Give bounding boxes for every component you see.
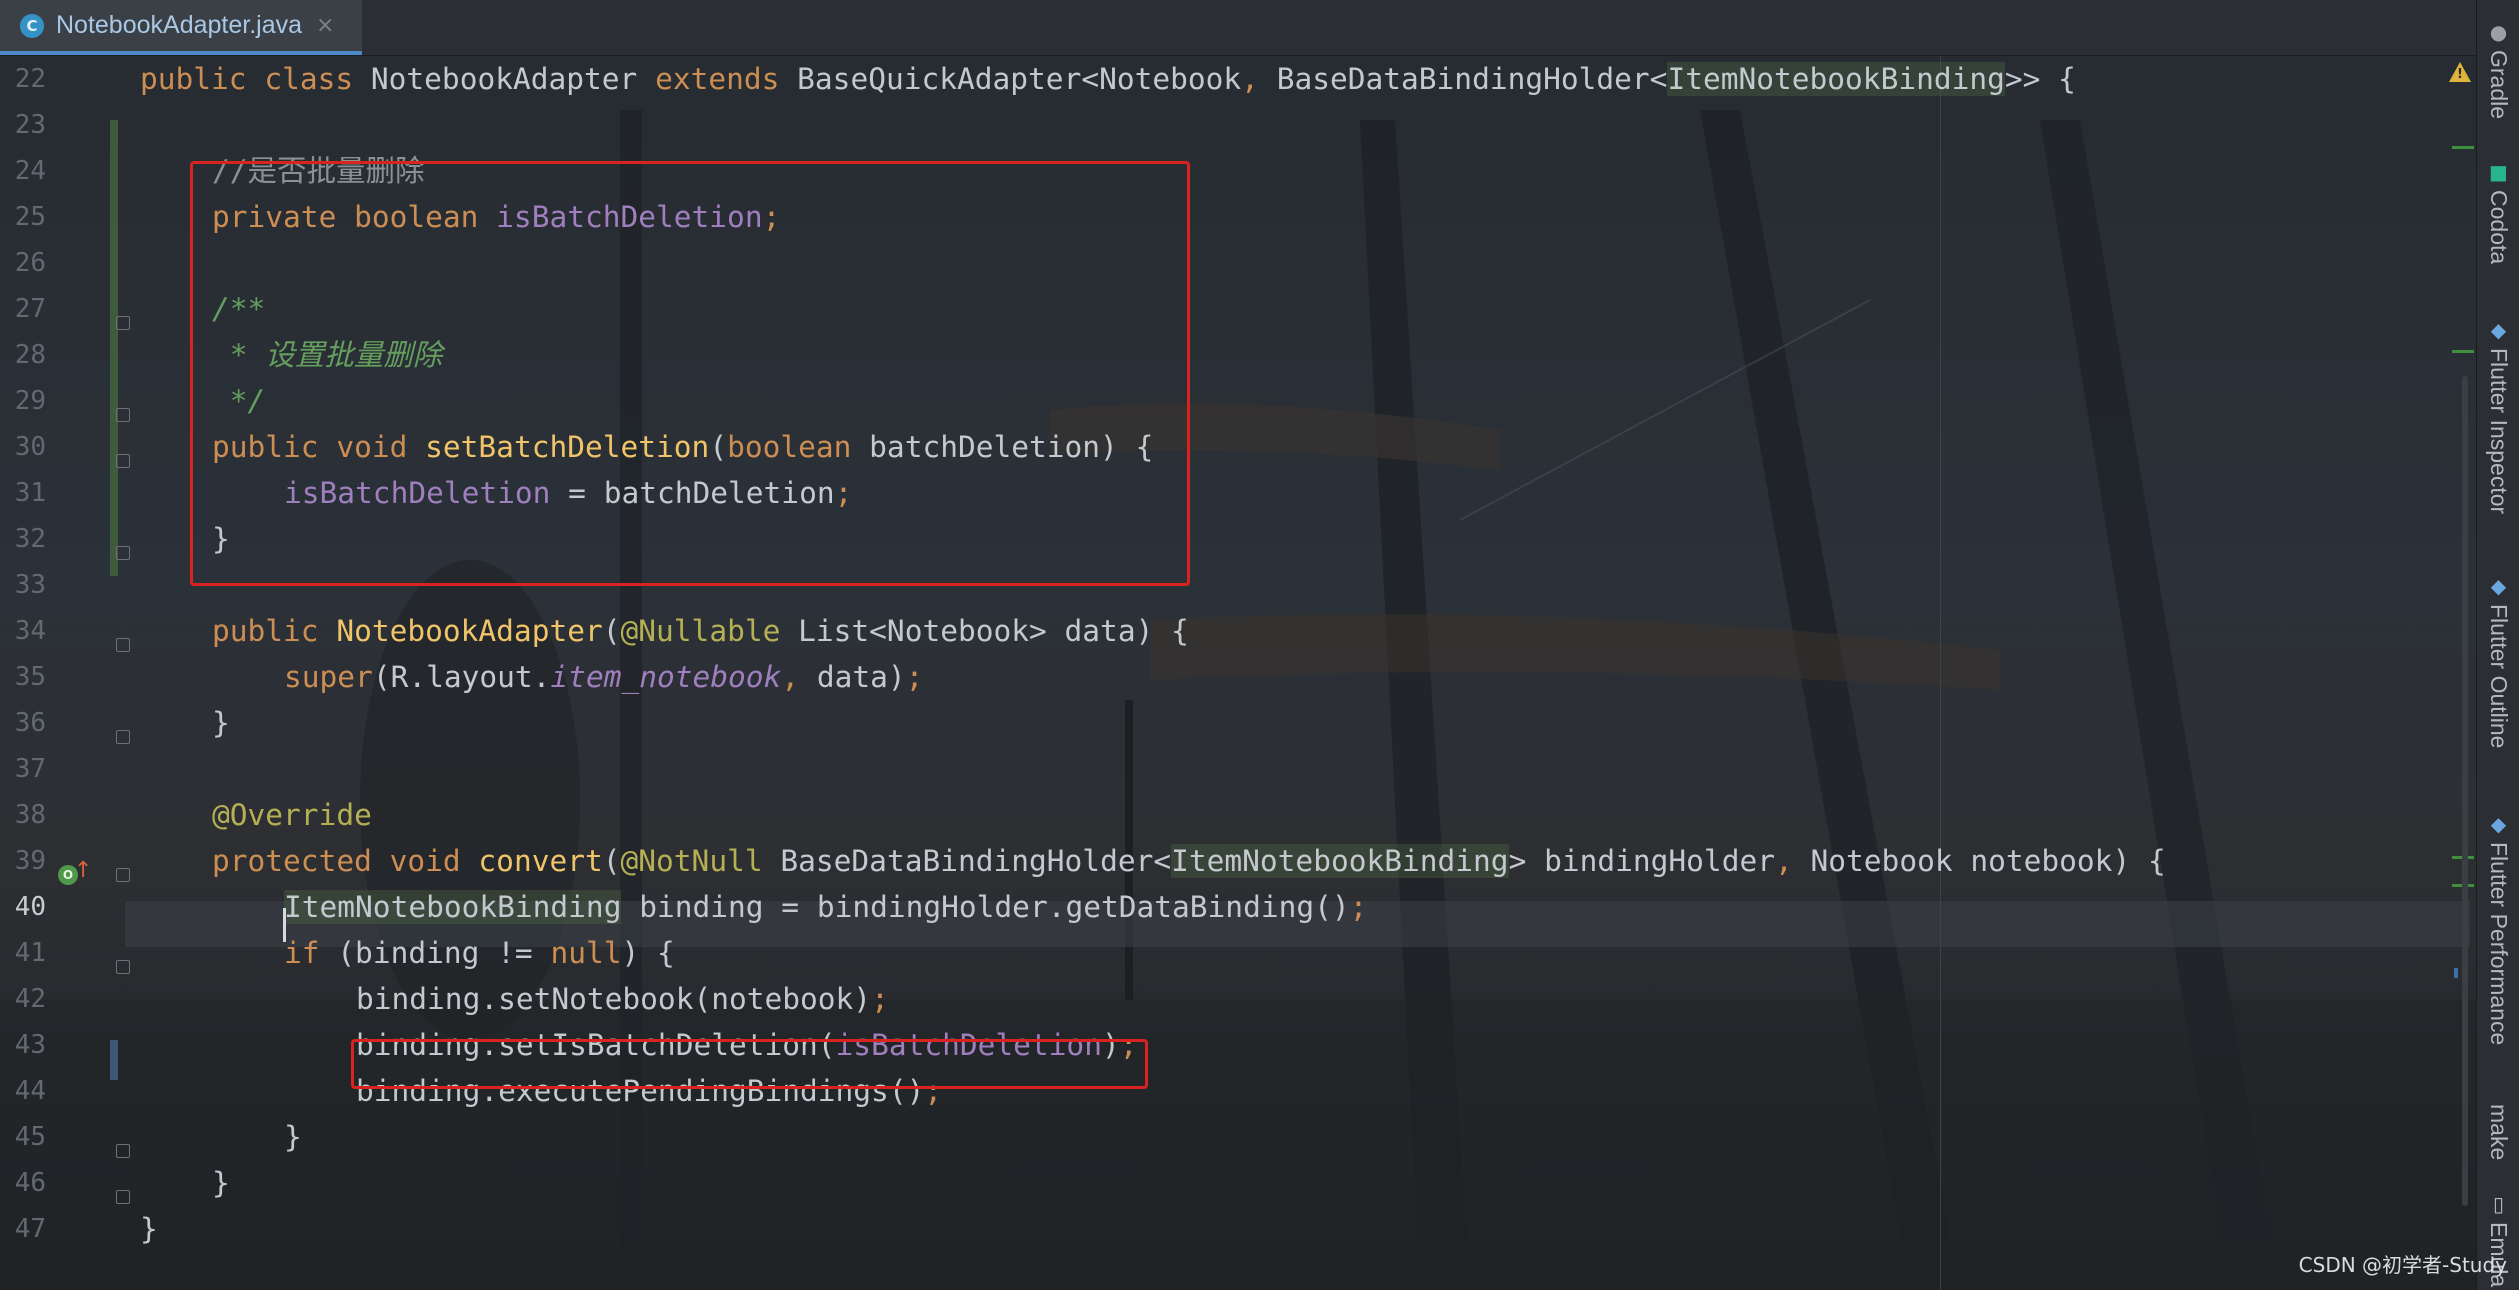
fold-marker-icon[interactable]: [116, 1190, 130, 1204]
line-number-current: 40: [14, 892, 46, 922]
highlight-box-set-is-batch-deletion: [351, 1039, 1148, 1089]
fold-marker-icon[interactable]: [116, 546, 130, 560]
vcs-added-marker[interactable]: [110, 120, 118, 576]
change-stripe: [2452, 350, 2474, 353]
line-number: 22: [14, 64, 46, 94]
fold-marker-icon[interactable]: [116, 1144, 130, 1158]
text-caret: [283, 908, 286, 942]
line-number: 32: [14, 524, 46, 554]
csdn-watermark: CSDN @初学者-Study: [2298, 1253, 2507, 1277]
line-number: 27: [14, 294, 46, 324]
code-line-36: }: [212, 706, 230, 740]
flutter-icon: ◆: [2490, 574, 2507, 598]
line-number: 47: [14, 1214, 46, 1244]
tool-window-make[interactable]: make: [2477, 1098, 2519, 1160]
tool-window-gradle[interactable]: ● Gradle: [2477, 20, 2519, 119]
line-number: 28: [14, 340, 46, 370]
fold-marker-icon[interactable]: [116, 730, 130, 744]
line-number: 23: [14, 110, 46, 140]
codota-icon: ■: [2489, 160, 2508, 184]
line-number: 26: [14, 248, 46, 278]
line-number-gutter[interactable]: 22 23 24 25 26 27 28 29 30 31 32 33 34 3…: [0, 56, 130, 1290]
line-number: 35: [14, 662, 46, 692]
tool-window-codota[interactable]: ■ Codota: [2477, 160, 2519, 264]
tool-window-flutter-inspector[interactable]: ◆ Flutter Inspector: [2477, 318, 2519, 514]
fold-marker-icon[interactable]: [116, 316, 130, 330]
code-line-47: }: [140, 1212, 158, 1246]
right-margin-guide: [1940, 56, 1941, 1290]
fold-marker-icon[interactable]: [116, 454, 130, 468]
vertical-scrollbar[interactable]: [2462, 376, 2468, 1206]
caret-stripe: [2454, 968, 2458, 978]
device-icon: ▯: [2492, 1192, 2504, 1216]
line-number: 41: [14, 938, 46, 968]
code-line-22: public class NotebookAdapter extends Bas…: [140, 62, 2076, 96]
line-number: 43: [14, 1030, 46, 1060]
override-arrow-icon[interactable]: ↑: [74, 858, 92, 883]
fold-marker-icon[interactable]: [116, 960, 130, 974]
warning-mark: !: [2457, 67, 2463, 82]
line-number: 44: [14, 1076, 46, 1106]
right-tool-window-bar: ● Gradle ■ Codota ◆ Flutter Inspector ◆ …: [2476, 0, 2519, 1290]
code-line-41: if (binding != null) {: [284, 936, 675, 970]
line-number: 39: [14, 846, 46, 876]
tab-notebook-adapter[interactable]: C NotebookAdapter.java ×: [0, 0, 362, 55]
line-number: 33: [14, 570, 46, 600]
java-class-icon: C: [20, 13, 44, 38]
change-stripe: [2452, 146, 2474, 149]
editor-error-stripe[interactable]: [2440, 56, 2476, 1290]
line-number: 37: [14, 754, 46, 784]
code-line-38: @Override: [212, 798, 372, 832]
code-line-46: }: [212, 1166, 230, 1200]
fold-marker-icon[interactable]: [116, 408, 130, 422]
line-number: 46: [14, 1168, 46, 1198]
code-line-42: binding.setNotebook(notebook);: [356, 982, 889, 1016]
code-line-39: protected void convert(@NotNull BaseData…: [212, 844, 2166, 878]
line-number: 42: [14, 984, 46, 1014]
editor-tab-bar: C NotebookAdapter.java ×: [0, 0, 2476, 56]
fold-marker-icon[interactable]: [116, 868, 130, 882]
tool-window-flutter-outline[interactable]: ◆ Flutter Outline: [2477, 574, 2519, 748]
code-line-34: public NotebookAdapter(@Nullable List<No…: [212, 614, 1189, 648]
flutter-icon: ◆: [2490, 318, 2507, 342]
vcs-modified-marker[interactable]: [110, 1040, 118, 1080]
line-number: 29: [14, 386, 46, 416]
line-number: 34: [14, 616, 46, 646]
code-line-45: }: [284, 1120, 302, 1154]
elephant-icon: ●: [2489, 20, 2508, 44]
code-line-35: super(R.layout.item_notebook, data);: [284, 660, 924, 694]
code-line-40: ItemNotebookBinding binding = bindingHol…: [284, 890, 1368, 924]
line-number: 36: [14, 708, 46, 738]
close-icon[interactable]: ×: [316, 13, 334, 38]
line-number: 31: [14, 478, 46, 508]
line-number: 25: [14, 202, 46, 232]
highlight-box-batch-deletion-block: [190, 161, 1190, 586]
line-number: 24: [14, 156, 46, 186]
fold-marker-icon[interactable]: [116, 638, 130, 652]
line-number: 45: [14, 1122, 46, 1152]
flutter-icon: ◆: [2490, 812, 2507, 836]
line-number: 30: [14, 432, 46, 462]
tool-window-flutter-performance[interactable]: ◆ Flutter Performance: [2477, 812, 2519, 1045]
line-number: 38: [14, 800, 46, 830]
tab-label: NotebookAdapter.java: [56, 11, 303, 39]
